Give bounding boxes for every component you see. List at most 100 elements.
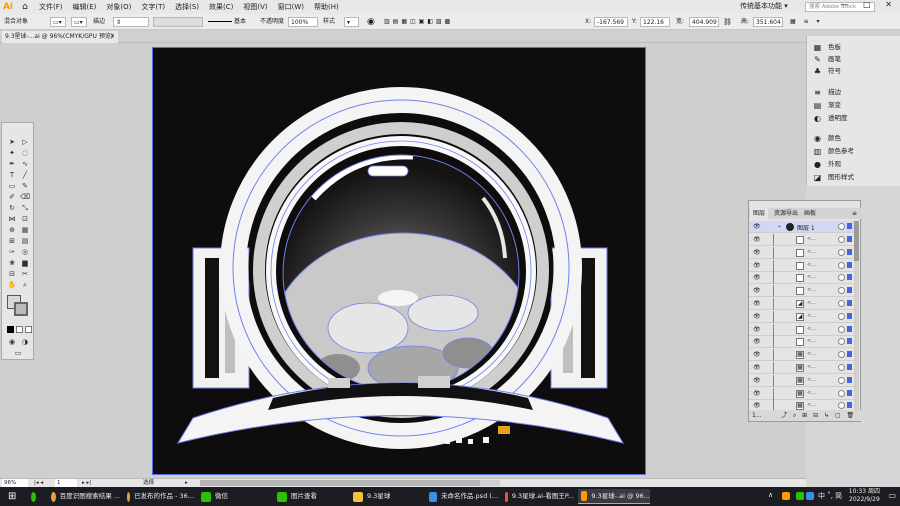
curvature-tool-icon[interactable]: ∿	[19, 159, 31, 169]
expand-chevron-icon[interactable]: ⌄	[777, 222, 782, 229]
artboard[interactable]	[152, 47, 646, 475]
horizontal-scrollbar[interactable]	[200, 480, 500, 486]
brush-label[interactable]: 基本	[234, 17, 246, 27]
dock-appearance[interactable]: ● 外观	[813, 158, 841, 170]
selection-square[interactable]	[847, 325, 852, 332]
mesh-tool-icon[interactable]: ⊞	[6, 236, 18, 246]
target-circle-icon[interactable]	[838, 389, 845, 397]
type-tool-icon[interactable]: T	[6, 170, 18, 180]
slice-tool-icon[interactable]: ✂	[19, 269, 31, 279]
shaper-tool-icon[interactable]: ✐	[6, 192, 18, 202]
visibility-eye-icon[interactable]: 👁	[753, 313, 761, 320]
visibility-eye-icon[interactable]: 👁	[753, 377, 761, 384]
sublayer-name[interactable]: <...	[807, 236, 816, 242]
close-tab-icon[interactable]: ✕	[110, 31, 115, 43]
lasso-tool-icon[interactable]: ◌	[19, 148, 31, 158]
menu-object[interactable]: 对象(O)	[101, 0, 136, 14]
layer-row[interactable]: 👁 <...	[749, 246, 855, 259]
visibility-eye-icon[interactable]: 👁	[753, 274, 761, 281]
sublayer-name[interactable]: <...	[807, 351, 816, 357]
color-mode-icon[interactable]	[7, 326, 14, 333]
artboard-tool-icon[interactable]: ⊟	[6, 269, 18, 279]
visibility-eye-icon[interactable]: 👁	[753, 326, 761, 333]
panel-menu-icon[interactable]: ≡	[849, 208, 860, 219]
target-circle-icon[interactable]	[838, 351, 845, 359]
tab-artboards[interactable]: 画板	[801, 208, 819, 219]
style-dropdown[interactable]: ▾	[344, 17, 359, 27]
visibility-eye-icon[interactable]: 👁	[753, 236, 761, 243]
layer-row[interactable]: 👁 ▦ <...	[749, 349, 855, 362]
draw-mode-icon[interactable]: ◉	[6, 337, 18, 347]
opacity-label[interactable]: 不透明度	[260, 17, 284, 27]
hand-tool-icon[interactable]: ✋	[6, 280, 18, 290]
selection-square[interactable]	[847, 223, 852, 229]
notification-icon[interactable]: ▭	[888, 491, 896, 500]
selection-square[interactable]	[847, 389, 852, 396]
eyedropper-tool-icon[interactable]: ✑	[6, 247, 18, 257]
selection-square[interactable]	[847, 351, 852, 358]
layer-name[interactable]: 图层 1	[797, 223, 815, 232]
paintbrush-tool-icon[interactable]: ✎	[19, 181, 31, 191]
taskbar-item-viewer[interactable]: 9.3星球.ai-看图王P...	[502, 489, 574, 504]
rectangle-tool-icon[interactable]: ▭	[6, 181, 18, 191]
layer-row[interactable]: 👁 <...	[749, 234, 855, 246]
sublayer-name[interactable]: <...	[807, 338, 816, 344]
taskbar-item-illustrator[interactable]: 9.3星球-.ai @ 96...	[578, 489, 650, 504]
input-method-indicator[interactable]: 中 ˚, 简	[818, 491, 842, 501]
layer-row[interactable]: 👁 <...	[749, 259, 855, 272]
visibility-eye-icon[interactable]: 👁	[753, 223, 761, 230]
shape-builder-tool-icon[interactable]: ⊕	[6, 225, 18, 235]
symbol-sprayer-tool-icon[interactable]: ❀	[6, 258, 18, 268]
height-field[interactable]: 351.604	[753, 17, 783, 27]
menu-view[interactable]: 视图(V)	[238, 0, 272, 14]
sublayer-name[interactable]: <...	[807, 300, 816, 306]
document-tab[interactable]: 9.3星球-...ai @ 96%(CMYK/GPU 预览) ✕	[2, 31, 118, 43]
sublayer-name[interactable]: <...	[807, 377, 816, 383]
x-field[interactable]: -167.569	[594, 17, 628, 27]
sublayer-name[interactable]: <...	[807, 402, 816, 408]
recolor-icon[interactable]: ◉	[367, 17, 375, 27]
home-icon[interactable]: ⌂	[16, 2, 34, 12]
opacity-field[interactable]: 100%	[288, 17, 318, 27]
menu-select[interactable]: 选择(S)	[170, 0, 204, 14]
y-field[interactable]: 122.16 mm	[640, 17, 670, 36]
target-circle-icon[interactable]	[838, 274, 845, 282]
visibility-eye-icon[interactable]: 👁	[753, 287, 761, 294]
dock-color-guide[interactable]: ▥ 颜色参考	[813, 145, 854, 157]
target-circle-icon[interactable]	[838, 376, 845, 384]
visibility-eye-icon[interactable]: 👁	[753, 262, 761, 269]
sublayer-name[interactable]: <...	[807, 364, 816, 370]
tab-asset-export[interactable]: 资源导出	[771, 208, 801, 219]
screen-mode-icon[interactable]: ▭	[12, 348, 24, 358]
zoom-tool-icon[interactable]: ⌕	[19, 280, 31, 290]
rotate-tool-icon[interactable]: ↻	[6, 203, 18, 213]
visibility-eye-icon[interactable]: 👁	[753, 390, 761, 397]
target-circle-icon[interactable]	[838, 364, 845, 371]
selection-square[interactable]	[847, 287, 852, 294]
target-circle-icon[interactable]	[838, 261, 845, 269]
layer-row[interactable]: 👁 <...	[749, 323, 855, 336]
dock-graphic-styles[interactable]: ◪ 图形样式	[813, 171, 854, 183]
selection-square[interactable]	[847, 236, 852, 242]
menu-help[interactable]: 帮助(H)	[309, 0, 344, 14]
sublayer-name[interactable]: <...	[807, 313, 816, 319]
eraser-tool-icon[interactable]: ⌫	[19, 192, 31, 202]
taskbar-item-image-viewer[interactable]: 图片查看	[274, 489, 344, 504]
sublayer-name[interactable]: <...	[807, 390, 816, 396]
astronaut-helmet-artwork[interactable]	[153, 48, 646, 475]
perspective-grid-tool-icon[interactable]: ▦	[19, 225, 31, 235]
target-circle-icon[interactable]	[838, 325, 845, 333]
tab-layers[interactable]: 图层	[750, 208, 769, 219]
layer-row[interactable]: 👁 ◢ <...	[749, 310, 855, 323]
layer-row[interactable]: 👁 ▦ <...	[749, 362, 855, 374]
visibility-eye-icon[interactable]: 👁	[753, 338, 761, 345]
menu-type[interactable]: 文字(T)	[136, 0, 170, 14]
visibility-eye-icon[interactable]: 👁	[753, 249, 761, 256]
menu-edit[interactable]: 编辑(E)	[68, 0, 102, 14]
visibility-eye-icon[interactable]: 👁	[753, 351, 761, 358]
layer-row[interactable]: 👁 <...	[749, 336, 855, 349]
search-icon[interactable]	[28, 489, 40, 504]
tray-network-icon[interactable]	[806, 492, 814, 500]
sublayer-name[interactable]: <...	[807, 262, 816, 268]
stroke-swatch[interactable]: ▭▾	[71, 17, 87, 27]
